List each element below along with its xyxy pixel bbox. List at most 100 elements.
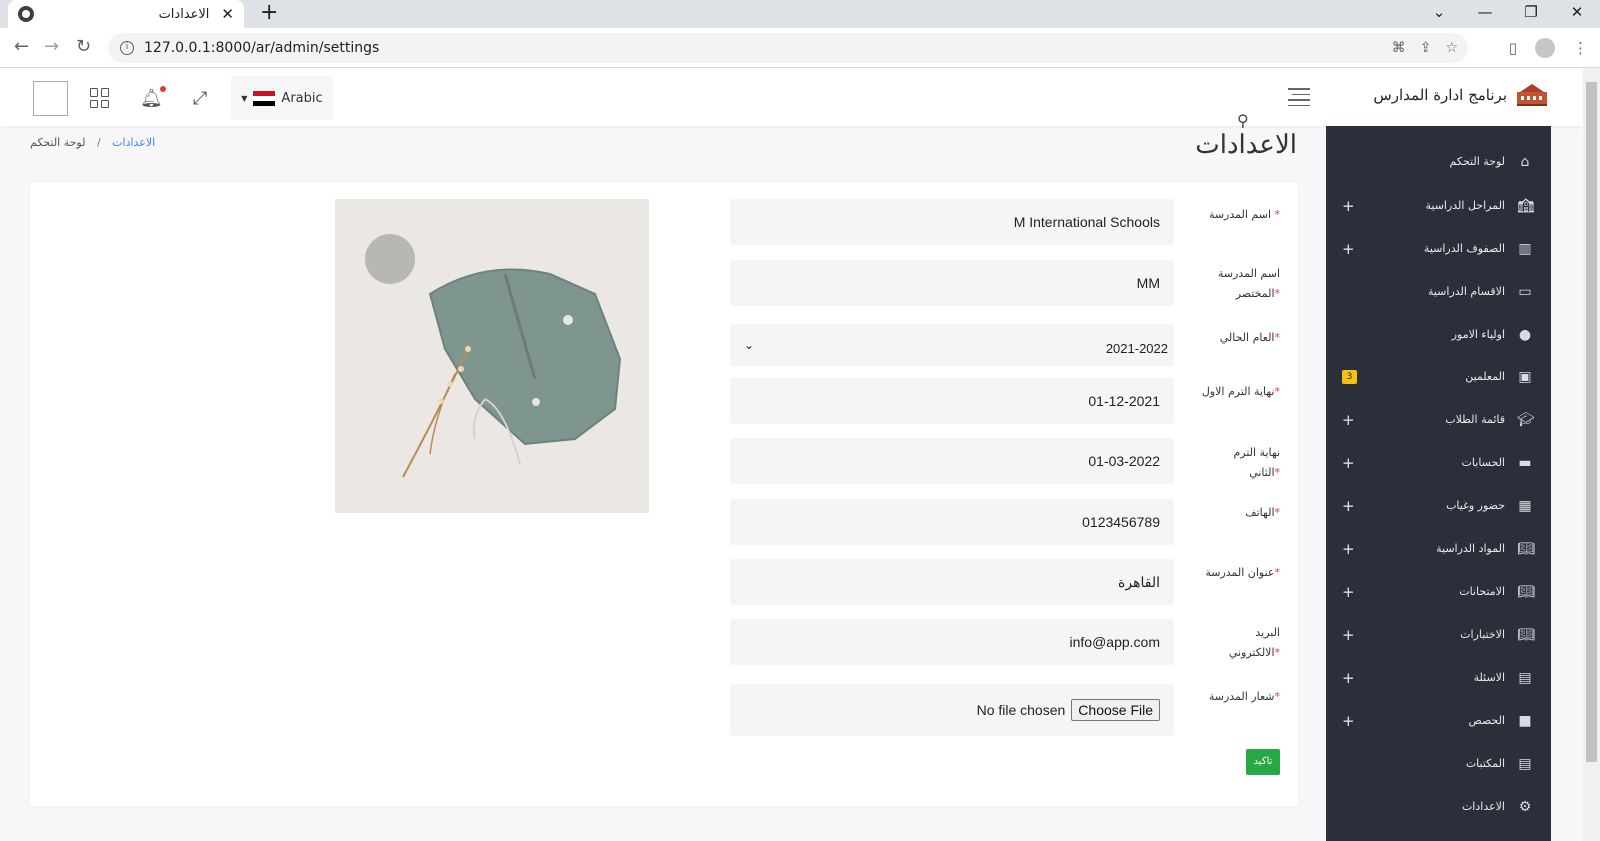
profile-avatar[interactable] bbox=[1535, 38, 1555, 58]
term1-end-row: نهاية الترم الاول* 01-12-2021 bbox=[730, 378, 1280, 424]
close-window-button[interactable]: ✕ bbox=[1554, 0, 1600, 28]
share-icon[interactable]: ⇪ bbox=[1420, 40, 1432, 56]
broken-image bbox=[33, 80, 68, 116]
search-icon[interactable]: ⚲ bbox=[1237, 111, 1249, 130]
email-input[interactable]: info@app.com bbox=[730, 619, 1174, 665]
expand-icon[interactable]: + bbox=[1342, 626, 1355, 644]
window-controls: ⌄ — ❐ ✕ bbox=[1416, 0, 1600, 28]
building-icon: ▥ bbox=[1518, 241, 1532, 257]
sidebar-item-subjects[interactable]: + 📖︎ المواد الدراسية bbox=[1326, 535, 1551, 565]
apps-grid-icon[interactable] bbox=[90, 88, 110, 108]
brand[interactable]: برنامج ادارة المدارس bbox=[1373, 84, 1547, 106]
language-dropdown[interactable]: ▼ Arabic bbox=[231, 76, 333, 120]
expand-icon[interactable]: + bbox=[1342, 583, 1355, 601]
new-tab-button[interactable]: + bbox=[260, 2, 278, 24]
expand-icon[interactable]: + bbox=[1342, 540, 1355, 558]
browser-menu-icon[interactable]: ⋮ bbox=[1573, 39, 1588, 57]
submit-button[interactable]: تاكيد bbox=[1246, 749, 1280, 775]
tab-title: الاعدادات bbox=[158, 6, 210, 22]
brand-name: برنامج ادارة المدارس bbox=[1373, 86, 1507, 104]
short-name-row: اسم المدرسة المختصر* MM bbox=[730, 260, 1280, 306]
browser-tab-bar: الاعدادات ✕ + ⌄ — ❐ ✕ bbox=[0, 0, 1600, 28]
current-year-row: العام الحالي* ⌄ 2021-2022 bbox=[730, 324, 1280, 366]
graduate-icon: 🎓︎ bbox=[1517, 412, 1535, 428]
globe-icon bbox=[18, 6, 34, 22]
hamburger-menu-icon[interactable] bbox=[1288, 88, 1310, 110]
browser-tab[interactable]: الاعدادات ✕ bbox=[8, 0, 244, 28]
info-icon[interactable]: i bbox=[120, 41, 134, 55]
email-row: البريد الالكتروني* info@app.com bbox=[730, 619, 1280, 665]
page: 🔔︎ ⤢ ▼ Arabic برنامج ادارة المدارس ⚲ الا… bbox=[0, 68, 1583, 841]
expand-icon[interactable]: + bbox=[1342, 240, 1355, 258]
sidebar-item-teachers[interactable]: 3 ▣ المعلمين bbox=[1326, 363, 1551, 393]
sidebar-item-stages[interactable]: + 🏫︎ المراحل الدراسية bbox=[1326, 192, 1551, 222]
teachers-count-badge: 3 bbox=[1342, 370, 1357, 384]
translate-icon[interactable]: ⌘ bbox=[1392, 40, 1406, 56]
phone-row: الهاتف* 0123456789 bbox=[730, 499, 1280, 545]
minimize-button[interactable]: — bbox=[1462, 0, 1508, 28]
short-name-input[interactable]: MM bbox=[730, 260, 1174, 306]
term2-end-label: نهاية الترم الثاني* bbox=[1233, 446, 1280, 479]
expand-icon[interactable]: + bbox=[1342, 497, 1355, 515]
logo-row: شعار المدرسة* No file chosen Choose File bbox=[730, 684, 1280, 736]
term2-end-input[interactable]: 01-03-2022 bbox=[730, 438, 1174, 484]
page-title: الاعدادات bbox=[1195, 130, 1297, 160]
expand-icon[interactable]: + bbox=[1342, 411, 1355, 429]
expand-icon[interactable]: + bbox=[1342, 197, 1355, 215]
school-logo-icon bbox=[1517, 84, 1547, 106]
email-label: البريد الالكتروني* bbox=[1228, 626, 1280, 659]
school-name-input[interactable]: M International Schools bbox=[730, 199, 1174, 245]
phone-input[interactable]: 0123456789 bbox=[730, 499, 1174, 545]
school-name-row: اسم المدرسة * M International Schools bbox=[730, 199, 1280, 245]
reload-icon[interactable]: ↻ bbox=[76, 36, 91, 57]
sidebar-item-sections[interactable]: ▭ الاقسام الدراسية bbox=[1326, 278, 1551, 308]
egypt-flag-icon bbox=[253, 90, 276, 106]
back-icon[interactable]: ← bbox=[14, 36, 29, 57]
forward-icon[interactable]: → bbox=[44, 36, 59, 57]
expand-icon[interactable]: + bbox=[1342, 712, 1355, 730]
sidebar-item-parents[interactable]: ● اولياء الامور bbox=[1326, 321, 1551, 351]
sidebar-item-accounts[interactable]: + ▬ الحسابات bbox=[1326, 449, 1551, 479]
settings-card: اسم المدرسة * M International Schools اس… bbox=[30, 183, 1298, 806]
close-tab-icon[interactable]: ✕ bbox=[221, 5, 234, 23]
page-scrollbar[interactable] bbox=[1583, 68, 1600, 841]
restore-button[interactable]: ❐ bbox=[1508, 0, 1554, 28]
current-year-select[interactable]: ⌄ 2021-2022 bbox=[730, 324, 1174, 366]
sidebar-item-grades[interactable]: + ▥ الصفوف الدراسية bbox=[1326, 235, 1551, 265]
side-panel-icon[interactable]: ▯ bbox=[1509, 39, 1517, 57]
chevron-down-icon: ⌄ bbox=[744, 338, 755, 352]
sidebar-item-classes[interactable]: + ■ الحصص bbox=[1326, 707, 1551, 737]
address-bar: ← → ↻ i 127.0.0.1:8000/ar/admin/settings… bbox=[0, 28, 1600, 68]
logo-file-input[interactable]: No file chosen Choose File bbox=[730, 684, 1174, 736]
school-icon: 🏫︎ bbox=[1517, 198, 1535, 214]
breadcrumb: الاعدادات / لوحة التحكم bbox=[30, 136, 156, 149]
sidebar-item-settings[interactable]: ⚙ الاعدادات bbox=[1326, 793, 1551, 823]
book-open-icon: 📖︎ bbox=[1517, 627, 1535, 643]
sidebar-item-quizzes[interactable]: + 📖︎ الاختبارات bbox=[1326, 621, 1551, 651]
sidebar-item-questions[interactable]: + ▤ الاسئلة bbox=[1326, 664, 1551, 694]
sidebar-item-attendance[interactable]: + ▦ حضور وغياب bbox=[1326, 492, 1551, 522]
expand-icon[interactable]: + bbox=[1342, 669, 1355, 687]
bell-icon[interactable]: 🔔︎ bbox=[140, 85, 166, 109]
expand-icon[interactable]: + bbox=[1342, 454, 1355, 472]
money-icon: ▬ bbox=[1518, 455, 1532, 471]
term1-end-input[interactable]: 01-12-2021 bbox=[730, 378, 1174, 424]
choose-file-button[interactable]: Choose File bbox=[1071, 699, 1160, 721]
book-open-icon: 📖︎ bbox=[1517, 584, 1535, 600]
sidebar-item-students[interactable]: + 🎓︎ قائمة الطلاب bbox=[1326, 406, 1551, 436]
breadcrumb-current[interactable]: الاعدادات bbox=[112, 136, 155, 149]
breadcrumb-dashboard[interactable]: لوحة التحكم bbox=[30, 136, 85, 149]
star-icon[interactable]: ☆ bbox=[1445, 40, 1458, 56]
logo-label: شعار المدرسة* bbox=[1208, 690, 1280, 703]
fullscreen-icon[interactable]: ⤢ bbox=[193, 88, 207, 109]
tab-search-icon[interactable]: ⌄ bbox=[1416, 0, 1462, 28]
sidebar-item-dashboard[interactable]: ⌂ لوحة التحكم bbox=[1326, 148, 1551, 178]
scrollbar-thumb[interactable] bbox=[1586, 82, 1597, 762]
url-bar[interactable]: i 127.0.0.1:8000/ar/admin/settings ⌘ ⇪ ☆ bbox=[108, 33, 1468, 63]
sidebar-item-libraries[interactable]: ▤ المكتبات bbox=[1326, 750, 1551, 780]
term1-end-label: نهاية الترم الاول* bbox=[1201, 385, 1280, 398]
sidebar-item-exams[interactable]: + 📖︎ الامتحانات bbox=[1326, 578, 1551, 608]
address-input[interactable]: القاهرة bbox=[730, 559, 1174, 605]
notification-dot bbox=[159, 85, 166, 92]
top-navbar: 🔔︎ ⤢ ▼ Arabic برنامج ادارة المدارس bbox=[0, 68, 1583, 126]
